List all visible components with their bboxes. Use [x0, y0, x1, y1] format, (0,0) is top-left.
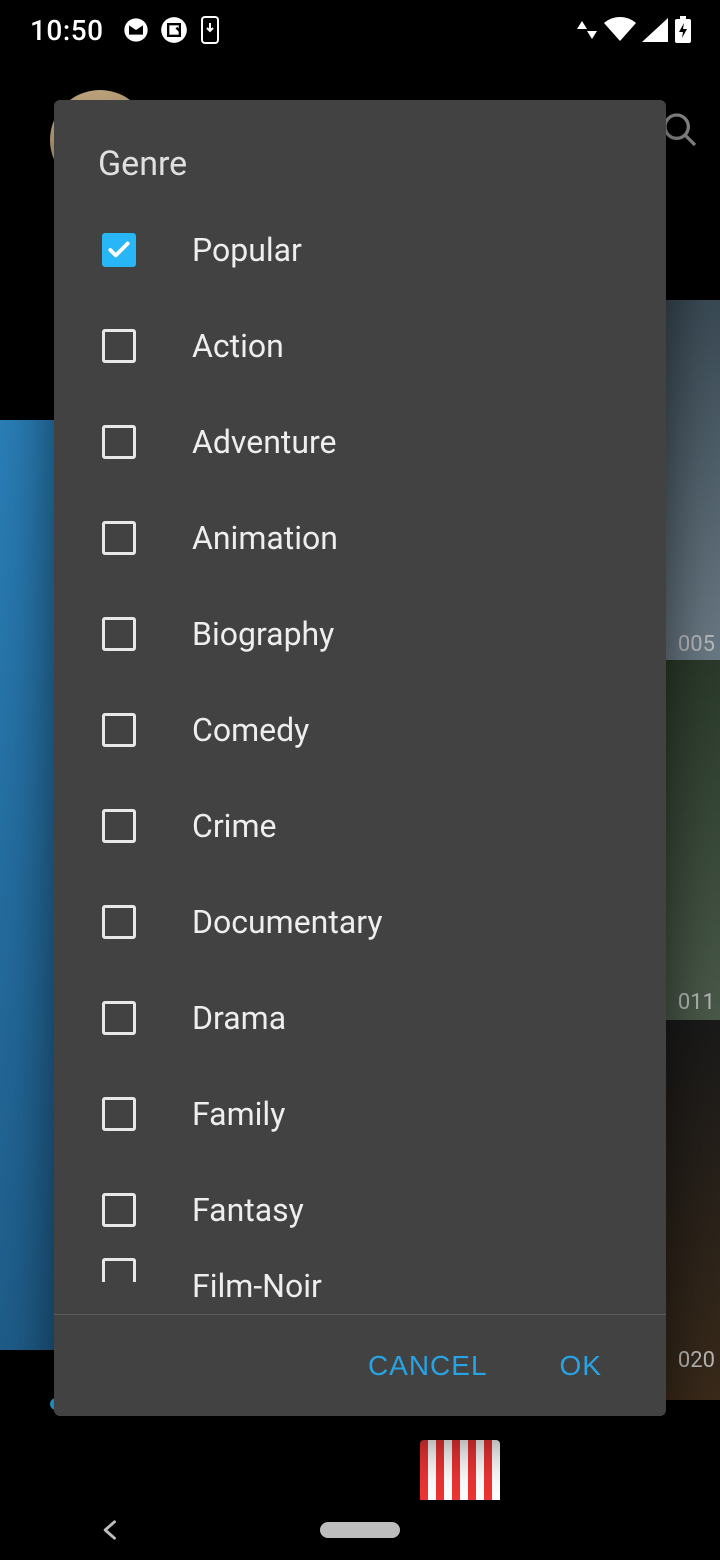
genre-checkbox[interactable]: [102, 1193, 136, 1227]
genre-label: Crime: [192, 807, 276, 845]
genre-item[interactable]: Crime: [54, 778, 666, 874]
download-icon: [198, 15, 222, 45]
genre-checkbox[interactable]: [102, 329, 136, 363]
wifi-badge: 5: [628, 29, 634, 42]
genre-item[interactable]: Family: [54, 1066, 666, 1162]
genre-label: Adventure: [192, 423, 336, 461]
status-bar: 10:50 5: [0, 0, 720, 60]
genre-item[interactable]: Fantasy: [54, 1162, 666, 1258]
genre-item[interactable]: Documentary: [54, 874, 666, 970]
battery-charging-icon: [674, 16, 692, 44]
bg-popcorn: [420, 1440, 500, 1500]
genre-checkbox[interactable]: [102, 233, 136, 267]
bg-poster: [660, 1020, 720, 1400]
sidebar-strip: [0, 420, 60, 1350]
genre-item[interactable]: Action: [54, 298, 666, 394]
genre-dialog: Genre Popular Action Adventure Animation Bio…: [54, 100, 666, 1416]
genre-checkbox[interactable]: [102, 905, 136, 939]
bg-year: 020: [678, 1348, 715, 1373]
genre-item[interactable]: Popular: [54, 202, 666, 298]
bg-poster: [660, 660, 720, 1020]
genre-label: Animation: [192, 519, 338, 557]
nav-back-icon[interactable]: [97, 1516, 125, 1544]
genre-label: Family: [192, 1095, 285, 1133]
genre-checkbox[interactable]: [102, 617, 136, 651]
genre-item[interactable]: Drama: [54, 970, 666, 1066]
signal-icon: [642, 18, 668, 42]
genre-label: Drama: [192, 999, 286, 1037]
dialog-actions: CANCEL OK: [54, 1314, 666, 1416]
screenshot-icon: [160, 16, 188, 44]
bg-year: 011: [678, 990, 715, 1015]
genre-list[interactable]: Popular Action Adventure Animation Biography…: [54, 202, 666, 1314]
genre-label: Action: [192, 327, 284, 365]
genre-item[interactable]: Film-Noir: [54, 1258, 666, 1308]
dialog-title: Genre: [54, 100, 666, 202]
genre-label: Fantasy: [192, 1191, 304, 1229]
bg-year: 005: [678, 632, 715, 657]
genre-item[interactable]: Adventure: [54, 394, 666, 490]
cancel-button[interactable]: CANCEL: [348, 1334, 508, 1398]
genre-label: Film-Noir: [192, 1258, 322, 1308]
nav-home-pill[interactable]: [320, 1522, 400, 1538]
genre-checkbox[interactable]: [102, 1258, 136, 1282]
wifi-icon: 5: [604, 17, 636, 43]
genre-label: Comedy: [192, 711, 309, 749]
genre-checkbox[interactable]: [102, 809, 136, 843]
data-arrows-icon: [576, 17, 598, 43]
system-nav-bar: [0, 1500, 720, 1560]
genre-item[interactable]: Biography: [54, 586, 666, 682]
genre-checkbox[interactable]: [102, 1001, 136, 1035]
status-clock: 10:50: [30, 14, 104, 47]
genre-checkbox[interactable]: [102, 713, 136, 747]
genre-checkbox[interactable]: [102, 521, 136, 555]
genre-label: Documentary: [192, 903, 382, 941]
bg-poster: [660, 300, 720, 660]
ok-button[interactable]: OK: [540, 1334, 622, 1398]
gmail-icon: [122, 16, 150, 44]
genre-checkbox[interactable]: [102, 425, 136, 459]
genre-item[interactable]: Animation: [54, 490, 666, 586]
search-icon[interactable]: [660, 110, 700, 150]
genre-item[interactable]: Comedy: [54, 682, 666, 778]
genre-label: Popular: [192, 231, 302, 269]
genre-label: Biography: [192, 615, 334, 653]
genre-checkbox[interactable]: [102, 1097, 136, 1131]
